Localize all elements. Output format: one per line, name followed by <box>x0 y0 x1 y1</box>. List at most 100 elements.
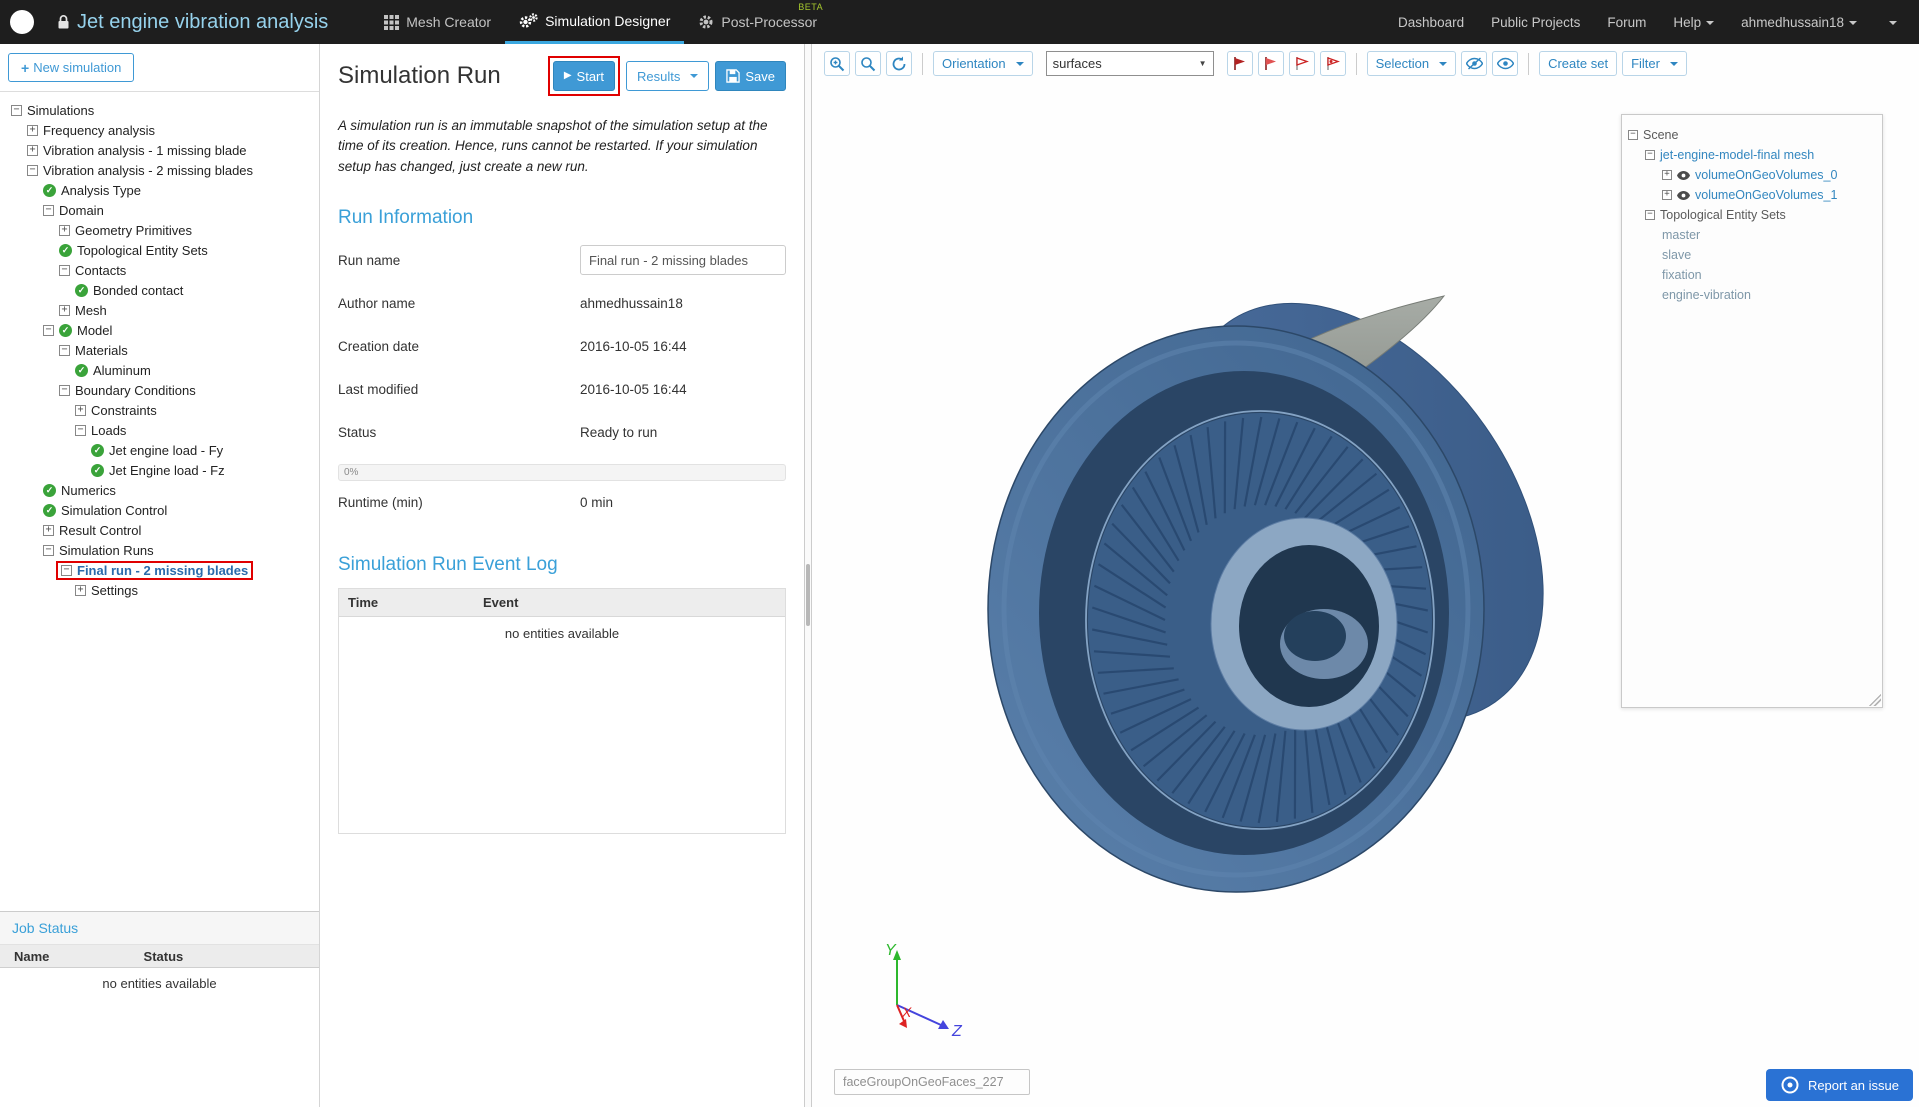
collapse-icon[interactable]: − <box>59 264 70 276</box>
viewport-3d[interactable]: Orientation surfaces ▼ Selection Create … <box>812 44 1919 1107</box>
tree-item-constraints[interactable]: + Constraints <box>0 400 319 420</box>
toolbar-separator <box>922 52 923 75</box>
tree-item-boundary-conditions[interactable]: − Boundary Conditions <box>0 380 319 400</box>
collapse-icon[interactable]: − <box>1645 150 1655 160</box>
tree-item-mesh[interactable]: + Mesh <box>0 300 319 320</box>
edge-flag-button[interactable] <box>1288 51 1315 76</box>
tree-item-simulation-runs[interactable]: − Simulation Runs <box>0 540 319 560</box>
vertex-flag-button[interactable] <box>1319 51 1346 76</box>
simulation-tree: − Simulations + Frequency analysis + Vibratio… <box>0 92 319 911</box>
collapse-icon[interactable]: − <box>1645 210 1655 220</box>
expand-icon[interactable]: + <box>1662 170 1672 180</box>
expand-icon[interactable]: + <box>75 404 86 416</box>
zoom-fit-button[interactable] <box>855 51 881 76</box>
collapse-icon[interactable]: − <box>43 204 54 216</box>
app-logo[interactable] <box>0 0 44 44</box>
collapse-icon[interactable]: − <box>75 424 86 436</box>
collapse-icon[interactable]: − <box>1628 130 1638 140</box>
start-run-button[interactable]: ▶ Start <box>552 61 615 91</box>
toolbar-separator <box>1528 52 1530 75</box>
nav-dashboard[interactable]: Dashboard <box>1398 15 1464 30</box>
expand-icon[interactable]: + <box>75 584 86 596</box>
results-dropdown-button[interactable]: Results <box>626 61 710 91</box>
selection-dropdown-button[interactable]: Selection <box>1366 51 1457 76</box>
scene-tree-item-volumeongeovolumes-1[interactable]: + volumeOnGeoVolumes_1 <box>1622 185 1882 205</box>
eye-icon[interactable] <box>1677 190 1690 200</box>
scene-item-label: volumeOnGeoVolumes_0 <box>1695 168 1838 182</box>
collapse-icon[interactable]: − <box>59 384 70 396</box>
expand-icon[interactable]: + <box>1662 190 1672 200</box>
tree-item-model[interactable]: − ✓ Model <box>0 320 319 340</box>
collapse-icon[interactable]: − <box>61 564 72 576</box>
tree-item-settings[interactable]: + Settings <box>0 580 319 600</box>
scene-tree-item-volumeongeovolumes-0[interactable]: + volumeOnGeoVolumes_0 <box>1622 165 1882 185</box>
show-selection-button[interactable] <box>1492 51 1519 76</box>
scene-tree-item-topological-entity-sets[interactable]: − Topological Entity Sets <box>1622 205 1882 225</box>
report-issue-button[interactable]: Report an issue <box>1765 1069 1913 1101</box>
save-button[interactable]: Save <box>715 61 786 91</box>
collapse-icon[interactable]: − <box>27 164 38 176</box>
tree-item-simulations[interactable]: − Simulations <box>0 100 319 120</box>
expand-icon[interactable]: + <box>43 524 54 536</box>
nav-forum[interactable]: Forum <box>1607 15 1646 30</box>
tree-item-geometry-primitives[interactable]: + Geometry Primitives <box>0 220 319 240</box>
tab-post-processor[interactable]: BETA Post-Processor <box>684 0 831 44</box>
render-mode-select[interactable]: surfaces ▼ <box>1045 51 1214 76</box>
expand-icon[interactable]: + <box>27 144 38 156</box>
collapse-icon[interactable]: − <box>11 104 22 116</box>
scene-item-label: volumeOnGeoVolumes_1 <box>1695 188 1838 202</box>
toolbar-separator <box>1355 52 1357 75</box>
volume-flag-button[interactable] <box>1226 51 1253 76</box>
nav-public-projects[interactable]: Public Projects <box>1491 15 1580 30</box>
expand-icon[interactable]: + <box>59 224 70 236</box>
collapse-icon[interactable]: − <box>43 324 54 336</box>
tree-item-topological-entity-sets[interactable]: ✓ Topological Entity Sets <box>0 240 319 260</box>
tree-item-vibration-analysis-2-missing-blades[interactable]: − Vibration analysis - 2 missing blades <box>0 160 319 180</box>
filter-dropdown-button[interactable]: Filter <box>1622 51 1687 76</box>
tree-item-simulation-control[interactable]: ✓ Simulation Control <box>0 500 319 520</box>
tree-item-vibration-analysis-1-missing-blade[interactable]: + Vibration analysis - 1 missing blade <box>0 140 319 160</box>
scene-tree-item-slave[interactable]: slave <box>1622 245 1882 265</box>
surface-flag-button[interactable] <box>1257 51 1284 76</box>
zoom-in-button[interactable] <box>824 51 850 76</box>
panel-splitter[interactable] <box>804 44 812 1107</box>
nav-user-menu[interactable]: ahmedhussain18 <box>1741 15 1857 30</box>
tree-item-label: Materials <box>75 342 128 358</box>
run-name-input[interactable] <box>580 245 786 276</box>
tab-simulation-designer[interactable]: Simulation Designer <box>505 0 685 44</box>
expand-icon[interactable]: + <box>27 124 38 136</box>
tab-mesh-creator[interactable]: Mesh Creator <box>370 0 505 44</box>
tree-item-materials[interactable]: − Materials <box>0 340 319 360</box>
tree-item-frequency-analysis[interactable]: + Frequency analysis <box>0 120 319 140</box>
scene-tree-item-engine-vibration[interactable]: engine-vibration <box>1622 285 1882 305</box>
nav-extra-menu[interactable] <box>1884 15 1897 30</box>
hide-selection-button[interactable] <box>1461 51 1488 76</box>
tree-item-contacts[interactable]: − Contacts <box>0 260 319 280</box>
tree-item-domain[interactable]: − Domain <box>0 200 319 220</box>
orientation-dropdown-button[interactable]: Orientation <box>933 51 1033 76</box>
tree-item-final-run-2-missing-blades[interactable]: − Final run - 2 missing blades <box>0 560 319 580</box>
tree-item-analysis-type[interactable]: ✓ Analysis Type <box>0 180 319 200</box>
tree-item-jet-engine-load-fy[interactable]: ✓ Jet engine load - Fy <box>0 440 319 460</box>
scene-tree-item-master[interactable]: master <box>1622 225 1882 245</box>
splitter-handle[interactable] <box>806 564 810 626</box>
tree-item-result-control[interactable]: + Result Control <box>0 520 319 540</box>
scene-tree-item-fixation[interactable]: fixation <box>1622 265 1882 285</box>
tree-item-bonded-contact[interactable]: ✓ Bonded contact <box>0 280 319 300</box>
new-simulation-button[interactable]: + New simulation <box>8 53 135 82</box>
collapse-icon[interactable]: − <box>59 344 70 356</box>
tree-item-numerics[interactable]: ✓ Numerics <box>0 480 319 500</box>
resize-handle-icon[interactable] <box>1869 694 1881 706</box>
scene-tree-item-scene[interactable]: − Scene <box>1622 125 1882 145</box>
refresh-view-button[interactable] <box>886 51 912 76</box>
app-root: Jet engine vibration analysis Mesh Creat… <box>0 0 1919 1107</box>
scene-tree-item-jet-engine-model-final-mesh[interactable]: − jet-engine-model-final mesh <box>1622 145 1882 165</box>
tree-item-jet-engine-load-fz[interactable]: ✓ Jet Engine load - Fz <box>0 460 319 480</box>
expand-icon[interactable]: + <box>59 304 70 316</box>
collapse-icon[interactable]: − <box>43 544 54 556</box>
tree-item-aluminum[interactable]: ✓ Aluminum <box>0 360 319 380</box>
create-set-button[interactable]: Create set <box>1539 51 1618 76</box>
tree-item-loads[interactable]: − Loads <box>0 420 319 440</box>
nav-help-menu[interactable]: Help <box>1673 15 1715 30</box>
eye-icon[interactable] <box>1677 170 1690 180</box>
